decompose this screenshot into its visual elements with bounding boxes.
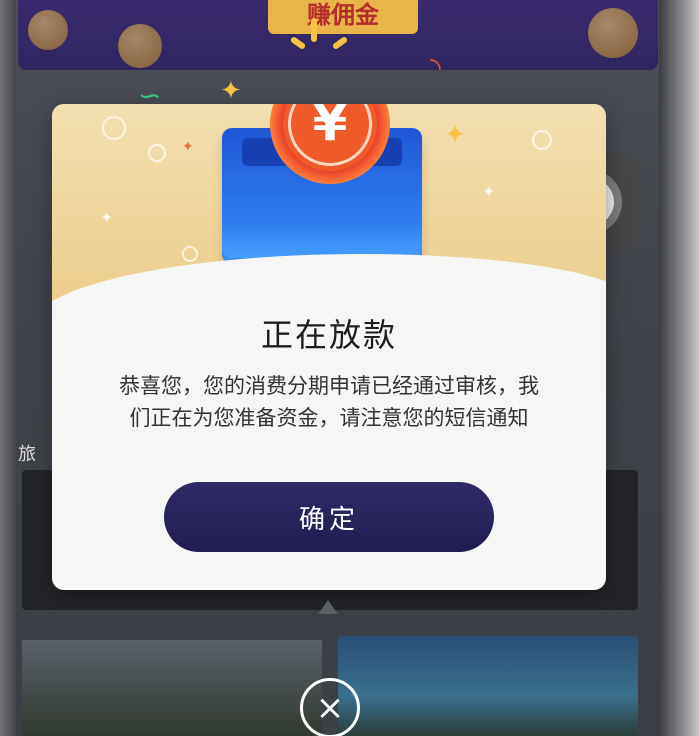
loan-status-dialog: ✦ ✦ ✦ ✦ ¥ 正在放款 恭喜您，您的消费分期申请已经通过审核，我们正在为您… [52,104,606,590]
confirm-button[interactable]: 确定 [164,482,494,552]
close-button[interactable]: × [300,678,360,736]
phone-bezel-left [0,0,16,736]
dialog-message: 恭喜您，您的消费分期申请已经通过审核，我们正在为您准备资金，请注意您的短信通知 [119,374,539,430]
coin-decoration-icon [588,8,638,58]
section-label: 旅 [18,444,36,465]
sparkle-icon: ✦ [100,208,114,227]
coin-decoration-icon [28,10,68,50]
dialog-title: 正在放款 [260,316,397,354]
sparkle-icon: ✦ [220,76,242,106]
promo-banner: 赚佣金 [18,0,658,70]
photo-thumbnail [338,636,638,736]
bubble-decoration [182,246,198,262]
bubble-decoration [102,116,126,140]
yuan-symbol: ¥ [288,104,372,166]
bubble-decoration [148,144,166,162]
sparkle-icon: ✦ [182,139,194,155]
sparkle-icon: ✦ [482,182,496,201]
coin-decoration-icon [118,24,162,68]
confetti-icon: ◝ [430,51,441,84]
sparkle-ray-icon [311,18,317,42]
popover-pointer [318,600,338,614]
confetti-icon: ∽ [138,79,162,112]
sparkle-icon: ✦ [444,120,466,150]
bubble-decoration [532,130,552,150]
phone-bezel-right [659,0,699,736]
banner-title: 赚佣金 [268,0,418,34]
photo-thumbnail [22,640,322,736]
